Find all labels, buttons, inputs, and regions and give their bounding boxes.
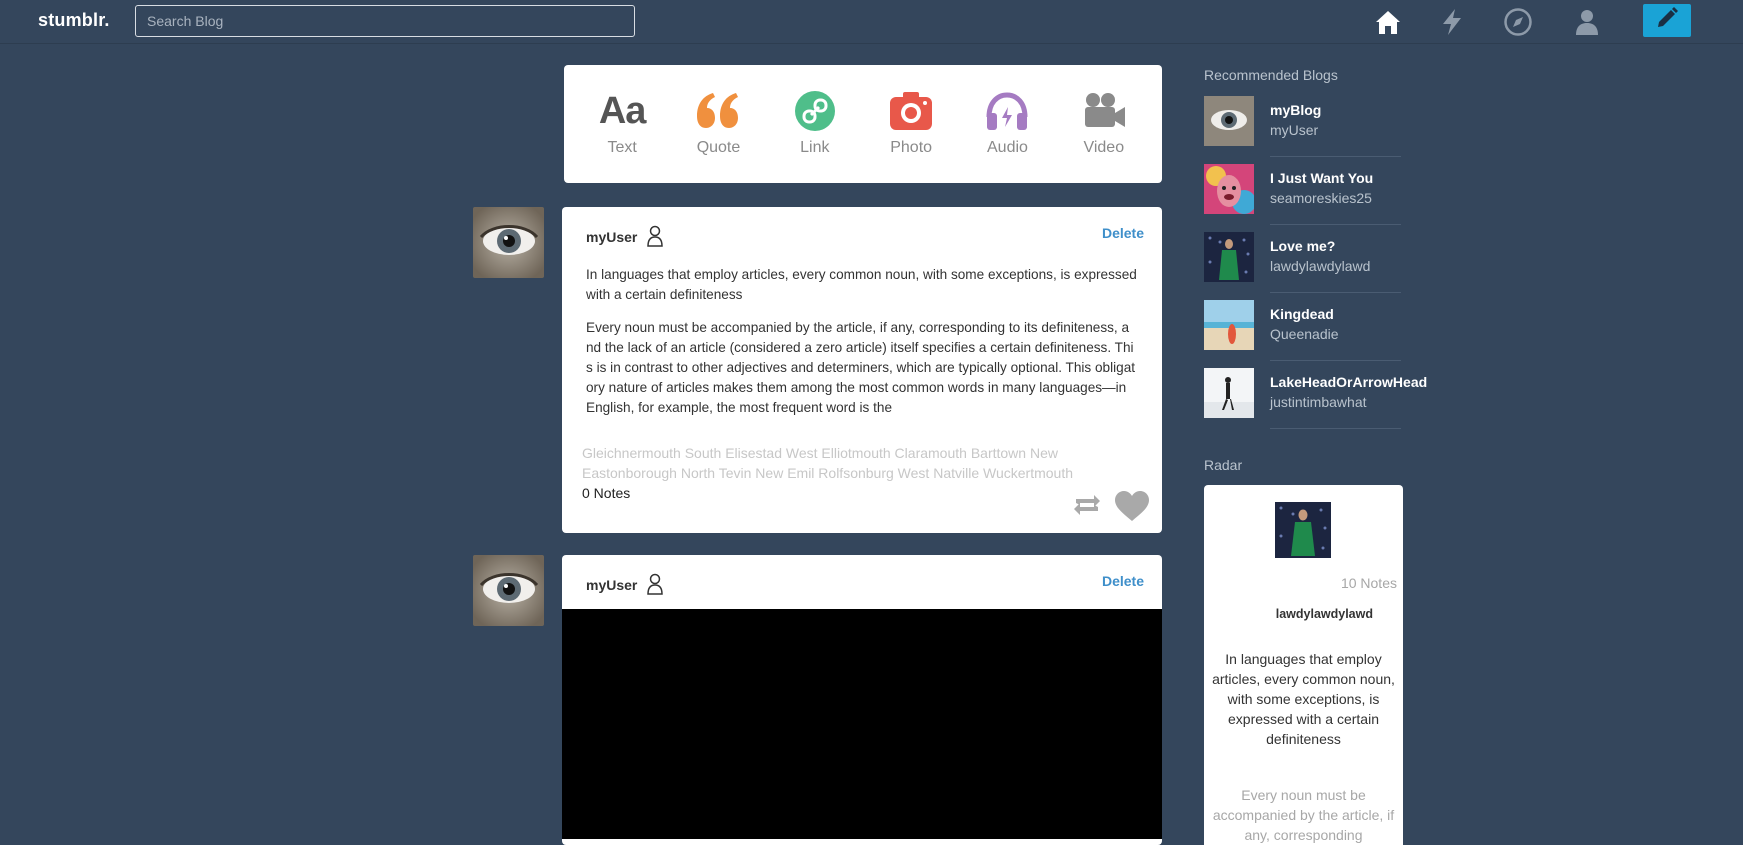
- post-type-label: Audio: [987, 139, 1028, 156]
- radar-text: Every noun must be accompanied by the ar…: [1212, 787, 1395, 843]
- recommended-blog-item[interactable]: myBlog myUser: [1204, 96, 1401, 164]
- radar-text: In languages that employ articles, every…: [1212, 651, 1395, 747]
- delete-button[interactable]: Delete: [1102, 573, 1144, 589]
- post-type-quote[interactable]: Quote: [672, 65, 764, 183]
- divider: [1270, 156, 1401, 157]
- camera-icon: [889, 89, 933, 133]
- home-icon[interactable]: [1372, 6, 1404, 38]
- blog-name: LakeHeadOrArrowHead: [1270, 374, 1428, 390]
- headphones-icon: [985, 89, 1029, 133]
- link-icon: [794, 89, 836, 133]
- blog-handle: myUser: [1270, 122, 1319, 138]
- blog-avatar: [1204, 164, 1254, 214]
- post-type-audio[interactable]: Audio: [961, 65, 1053, 183]
- blog-avatar: [1204, 232, 1254, 282]
- post-type-label: Link: [800, 139, 830, 156]
- text-icon: Aa: [598, 89, 647, 132]
- blog-handle: Queenadie: [1270, 326, 1339, 342]
- blog-avatar: [1204, 368, 1254, 418]
- person-icon[interactable]: [1571, 6, 1603, 38]
- divider: [1270, 360, 1401, 361]
- post-card: myUser Delete In languages that employ a…: [562, 207, 1162, 533]
- top-navbar: stumblr.: [0, 0, 1743, 44]
- blog-handle: justintimbawhat: [1270, 394, 1367, 410]
- heart-icon[interactable]: [1114, 490, 1150, 527]
- blog-handle: lawdylawdylawd: [1270, 258, 1371, 274]
- follow-user-icon[interactable]: [646, 225, 664, 252]
- recommended-blog-item[interactable]: Love me? lawdylawdylawd: [1204, 232, 1401, 300]
- post-type-link[interactable]: Link: [769, 65, 861, 183]
- blog-handle: seamoreskies25: [1270, 190, 1372, 206]
- logo[interactable]: stumblr.: [38, 10, 110, 31]
- post-type-photo[interactable]: Photo: [865, 65, 957, 183]
- post-type-bar: Aa Text Quote Link Photo Audio Video: [564, 65, 1162, 183]
- post-type-label: Video: [1083, 139, 1125, 156]
- radar-image[interactable]: [1275, 502, 1331, 558]
- pencil-icon: [1655, 6, 1679, 35]
- post-author[interactable]: myUser: [586, 577, 637, 593]
- follow-user-icon[interactable]: [646, 573, 664, 600]
- post-type-video[interactable]: Video: [1058, 65, 1150, 183]
- post-avatar[interactable]: [473, 555, 544, 626]
- divider: [1270, 292, 1401, 293]
- radar-card[interactable]: 10 Notes lawdylawdylawd In languages tha…: [1204, 485, 1403, 845]
- post-type-label: Quote: [696, 139, 741, 156]
- post-notes[interactable]: 0 Notes: [582, 485, 630, 501]
- recommended-blog-item[interactable]: Kingdead Queenadie: [1204, 300, 1401, 368]
- search-input[interactable]: [135, 5, 635, 37]
- post-type-label: Text: [607, 139, 637, 156]
- recommended-blogs-title: Recommended Blogs: [1204, 67, 1338, 83]
- blog-name: Love me?: [1270, 238, 1336, 254]
- video-camera-icon: [1082, 89, 1126, 133]
- compass-icon[interactable]: [1502, 6, 1534, 38]
- post-card: myUser Delete: [562, 555, 1162, 845]
- radar-notes: 10 Notes: [1340, 575, 1397, 591]
- divider: [1270, 224, 1401, 225]
- recommended-blog-item[interactable]: LakeHeadOrArrowHead justintimbawhat: [1204, 368, 1427, 436]
- delete-button[interactable]: Delete: [1102, 225, 1144, 241]
- quote-icon: [695, 89, 741, 133]
- post-tags[interactable]: Gleichnermouth South Elisestad West Elli…: [582, 443, 1112, 483]
- blog-avatar: [1204, 300, 1254, 350]
- post-text: In languages that employ articles, every…: [586, 267, 1137, 302]
- blog-name: I Just Want You: [1270, 170, 1374, 186]
- reblog-icon[interactable]: [1072, 493, 1102, 522]
- post-text: Every noun must be accompanied by the ar…: [586, 320, 1136, 415]
- video-player[interactable]: [562, 609, 1162, 839]
- blog-name: myBlog: [1270, 102, 1322, 118]
- radar-title: Radar: [1204, 457, 1243, 473]
- lightning-icon[interactable]: [1436, 6, 1468, 38]
- post-type-text[interactable]: Aa Text: [576, 65, 668, 183]
- blog-avatar: [1204, 96, 1254, 146]
- post-type-label: Photo: [890, 139, 933, 156]
- recommended-blog-item[interactable]: I Just Want You seamoreskies25: [1204, 164, 1401, 232]
- post-avatar[interactable]: [473, 207, 544, 278]
- post-author[interactable]: myUser: [586, 229, 637, 245]
- divider: [1270, 428, 1401, 429]
- blog-name: Kingdead: [1270, 306, 1334, 322]
- radar-user[interactable]: lawdylawdylawd: [1276, 607, 1373, 621]
- compose-button[interactable]: [1643, 4, 1691, 37]
